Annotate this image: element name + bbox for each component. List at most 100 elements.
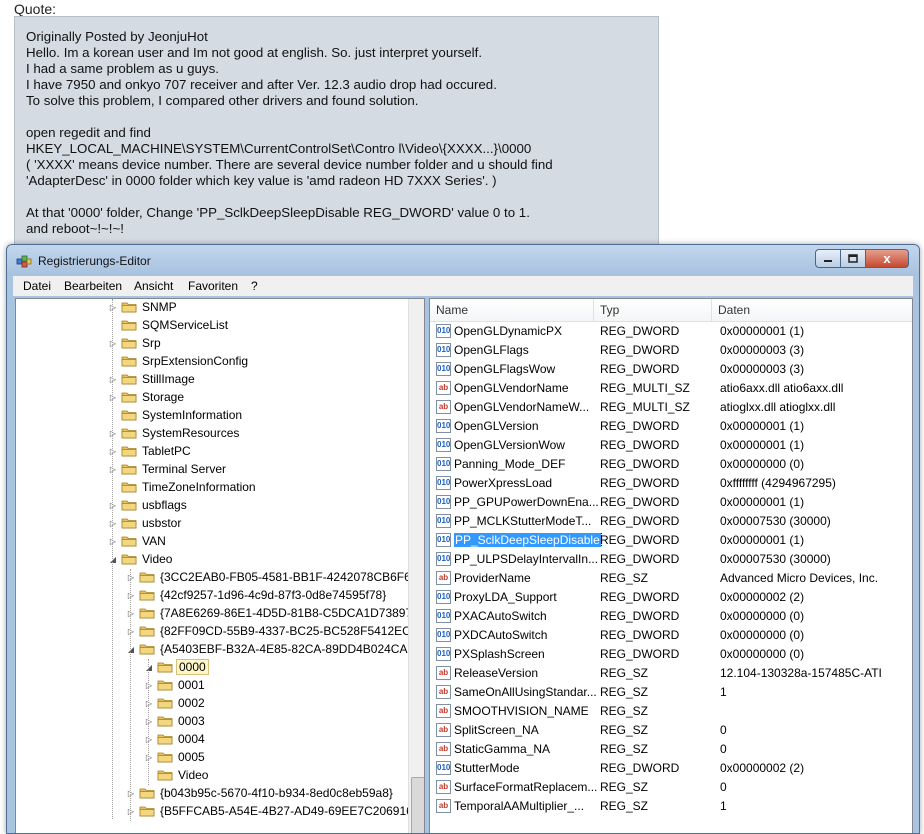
tree-item[interactable]: ◢ {A5403EBF-B32A-4E85-82CA-89DD4B024CAE} bbox=[126, 640, 422, 658]
menu-datei[interactable]: Datei bbox=[23, 279, 51, 293]
expand-arrow-icon[interactable]: ▷ bbox=[126, 789, 136, 798]
expand-arrow-icon[interactable]: ▷ bbox=[108, 393, 118, 402]
tree-item-label: 0002 bbox=[178, 696, 205, 710]
tree-item[interactable]: SystemInformation bbox=[108, 406, 244, 424]
expand-arrow-icon[interactable]: ▷ bbox=[126, 591, 136, 600]
menu-help[interactable]: ? bbox=[251, 279, 258, 293]
value-row[interactable]: 010 PXSplashScreen REG_DWORD 0x00000000 (0) bbox=[430, 645, 912, 664]
value-row[interactable]: 010 Panning_Mode_DEF REG_DWORD 0x00000000 (… bbox=[430, 455, 912, 474]
value-row[interactable]: 010 PXDCAutoSwitch REG_DWORD 0x00000000 (0) bbox=[430, 626, 912, 645]
expand-arrow-icon[interactable]: ▷ bbox=[126, 609, 136, 618]
value-row[interactable]: 010 StutterMode REG_DWORD 0x00000002 (2) bbox=[430, 759, 912, 778]
tree-item[interactable]: ▷ StillImage bbox=[108, 370, 197, 388]
tree-item[interactable]: ▷ {7A8E6269-86E1-4D5D-81B8-C5DCA1D73897} bbox=[126, 604, 418, 622]
value-row[interactable]: 010 PP_GPUPowerDownEna... REG_DWORD 0x00000… bbox=[430, 493, 912, 512]
minimize-button[interactable] bbox=[815, 249, 841, 268]
value-row[interactable]: 010 PP_SclkDeepSleepDisable REG_DWORD 0x000… bbox=[430, 531, 912, 550]
value-row[interactable]: 010 OpenGLVersion REG_DWORD 0x00000001 (1) bbox=[430, 417, 912, 436]
menu-bearbeiten[interactable]: Bearbeiten bbox=[64, 279, 122, 293]
value-row[interactable]: ab ProviderName REG_SZ Advanced Micro Devic… bbox=[430, 569, 912, 588]
tree-item[interactable]: ▷ {3CC2EAB0-FB05-4581-BB1F-4242078CB6F6} bbox=[126, 568, 417, 586]
expand-arrow-icon[interactable]: ▷ bbox=[108, 501, 118, 510]
tree-item[interactable]: Video bbox=[144, 766, 210, 784]
expand-arrow-icon[interactable]: ▷ bbox=[126, 807, 136, 816]
expand-arrow-icon[interactable]: ▷ bbox=[108, 465, 118, 474]
value-row[interactable]: 010 OpenGLDynamicPX REG_DWORD 0x00000001 (1… bbox=[430, 322, 912, 341]
expand-arrow-icon[interactable]: ▷ bbox=[108, 447, 118, 456]
column-name[interactable]: Name bbox=[430, 299, 594, 321]
tree-item[interactable]: ▷ 0002 bbox=[144, 694, 207, 712]
menu-ansicht[interactable]: Ansicht bbox=[134, 279, 173, 293]
value-row[interactable]: 010 OpenGLFlags REG_DWORD 0x00000003 (3) bbox=[430, 341, 912, 360]
value-data: 0x00007530 (30000) bbox=[720, 552, 910, 566]
tree-item[interactable]: ◢ 0000 bbox=[144, 658, 209, 676]
tree-item[interactable]: ▷ SystemResources bbox=[108, 424, 241, 442]
tree-item[interactable]: ▷ {82FF09CD-55B9-4337-BC25-BC528F5412EC} bbox=[126, 622, 417, 640]
tree-item[interactable]: ▷ {42cf9257-1d96-4c9d-87f3-0d8e74595f78} bbox=[126, 586, 388, 604]
tree-item[interactable]: ▷ 0005 bbox=[144, 748, 207, 766]
menu-favoriten[interactable]: Favoriten bbox=[188, 279, 238, 293]
column-type[interactable]: Typ bbox=[594, 299, 712, 321]
value-row[interactable]: ab TemporalAAMultiplier_... REG_SZ 1 bbox=[430, 797, 912, 816]
tree-item[interactable]: ▷ 0001 bbox=[144, 676, 207, 694]
tree-item[interactable]: ▷ {b043b95c-5670-4f10-b934-8ed0c8eb59a8} bbox=[126, 784, 395, 802]
value-row[interactable]: 010 OpenGLFlagsWow REG_DWORD 0x00000003 (3) bbox=[430, 360, 912, 379]
expand-arrow-icon[interactable]: ▷ bbox=[126, 627, 136, 636]
value-row[interactable]: ab SurfaceFormatReplacem... REG_SZ 0 bbox=[430, 778, 912, 797]
tree-scrollbar[interactable] bbox=[408, 299, 424, 833]
value-data: atioglxx.dll atioglxx.dll bbox=[720, 400, 910, 414]
expand-arrow-icon[interactable]: ▷ bbox=[144, 681, 154, 690]
expand-arrow-icon[interactable]: ▷ bbox=[144, 753, 154, 762]
expand-arrow-icon[interactable]: ▷ bbox=[108, 339, 118, 348]
tree-item[interactable]: ▷ 0004 bbox=[144, 730, 207, 748]
expand-arrow-icon[interactable]: ▷ bbox=[108, 537, 118, 546]
expand-arrow-icon[interactable]: ▷ bbox=[108, 375, 118, 384]
tree-item[interactable]: ▷ usbflags bbox=[108, 496, 189, 514]
expand-arrow-icon[interactable]: ▷ bbox=[126, 573, 136, 582]
value-row[interactable]: ab StaticGamma_NA REG_SZ 0 bbox=[430, 740, 912, 759]
value-row[interactable]: ab ReleaseVersion REG_SZ 12.104-130328a-157… bbox=[430, 664, 912, 683]
tree-item[interactable]: ▷ Storage bbox=[108, 388, 186, 406]
value-type: REG_DWORD bbox=[600, 533, 712, 547]
maximize-button[interactable] bbox=[840, 249, 866, 268]
tree-item[interactable]: ▷ 0003 bbox=[144, 712, 207, 730]
tree-item[interactable]: SrpExtensionConfig bbox=[108, 352, 250, 370]
expand-arrow-icon[interactable]: ▷ bbox=[108, 429, 118, 438]
value-row[interactable]: ab SplitScreen_NA REG_SZ 0 bbox=[430, 721, 912, 740]
expand-arrow-icon[interactable]: ▷ bbox=[144, 699, 154, 708]
close-button[interactable]: x bbox=[865, 249, 909, 268]
tree-item[interactable]: ▷ usbstor bbox=[108, 514, 183, 532]
title-bar[interactable]: Registrierungs-Editor x bbox=[7, 245, 919, 276]
value-row[interactable]: 010 PXACAutoSwitch REG_DWORD 0x00000000 (0) bbox=[430, 607, 912, 626]
tree-item[interactable]: TimeZoneInformation bbox=[108, 478, 258, 496]
value-row[interactable]: 010 OpenGLVersionWow REG_DWORD 0x00000001 (… bbox=[430, 436, 912, 455]
collapse-arrow-icon[interactable]: ◢ bbox=[144, 663, 154, 672]
value-row[interactable]: ab OpenGLVendorNameW... REG_MULTI_SZ atiogl… bbox=[430, 398, 912, 417]
tree-item[interactable]: ▷ SNMP bbox=[108, 299, 179, 316]
collapse-arrow-icon[interactable]: ◢ bbox=[108, 555, 118, 564]
value-type: REG_DWORD bbox=[600, 590, 712, 604]
value-data-text: atio6axx.dll atio6axx.dll bbox=[720, 381, 844, 395]
tree-item[interactable]: ▷ TabletPC bbox=[108, 442, 193, 460]
value-row[interactable]: 010 PowerXpressLoad REG_DWORD 0xffffffff (4… bbox=[430, 474, 912, 493]
expand-arrow-icon[interactable]: ▷ bbox=[108, 303, 118, 312]
tree-item[interactable]: ▷ Terminal Server bbox=[108, 460, 228, 478]
tree-item[interactable]: ◢ Video bbox=[108, 550, 174, 568]
value-row[interactable]: 010 PP_MCLKStutterModeT... REG_DWORD 0x0000… bbox=[430, 512, 912, 531]
value-row[interactable]: ab OpenGLVendorName REG_MULTI_SZ atio6axx.d… bbox=[430, 379, 912, 398]
tree-item[interactable]: ▷ Srp bbox=[108, 334, 163, 352]
value-row[interactable]: 010 PP_ULPSDelayIntervalIn... REG_DWORD 0x0… bbox=[430, 550, 912, 569]
tree-item[interactable]: SQMServiceList bbox=[108, 316, 230, 334]
expand-arrow-icon[interactable]: ▷ bbox=[144, 735, 154, 744]
tree-item[interactable]: ▷ VAN bbox=[108, 532, 168, 550]
expand-arrow-icon[interactable]: ▷ bbox=[108, 519, 118, 528]
value-type: REG_DWORD bbox=[600, 628, 712, 642]
column-data[interactable]: Daten bbox=[712, 299, 912, 321]
value-row[interactable]: ab SameOnAllUsingStandar... REG_SZ 1 bbox=[430, 683, 912, 702]
value-row[interactable]: ab SMOOTHVISION_NAME REG_SZ bbox=[430, 702, 912, 721]
expand-arrow-icon[interactable]: ▷ bbox=[144, 717, 154, 726]
tree-scroll-thumb[interactable] bbox=[411, 777, 424, 833]
collapse-arrow-icon[interactable]: ◢ bbox=[126, 645, 136, 654]
tree-item[interactable]: ▷ {B5FFCAB5-A54E-4B27-AD49-69EE7C206916} bbox=[126, 802, 419, 820]
value-row[interactable]: 010 ProxyLDA_Support REG_DWORD 0x00000002 (… bbox=[430, 588, 912, 607]
